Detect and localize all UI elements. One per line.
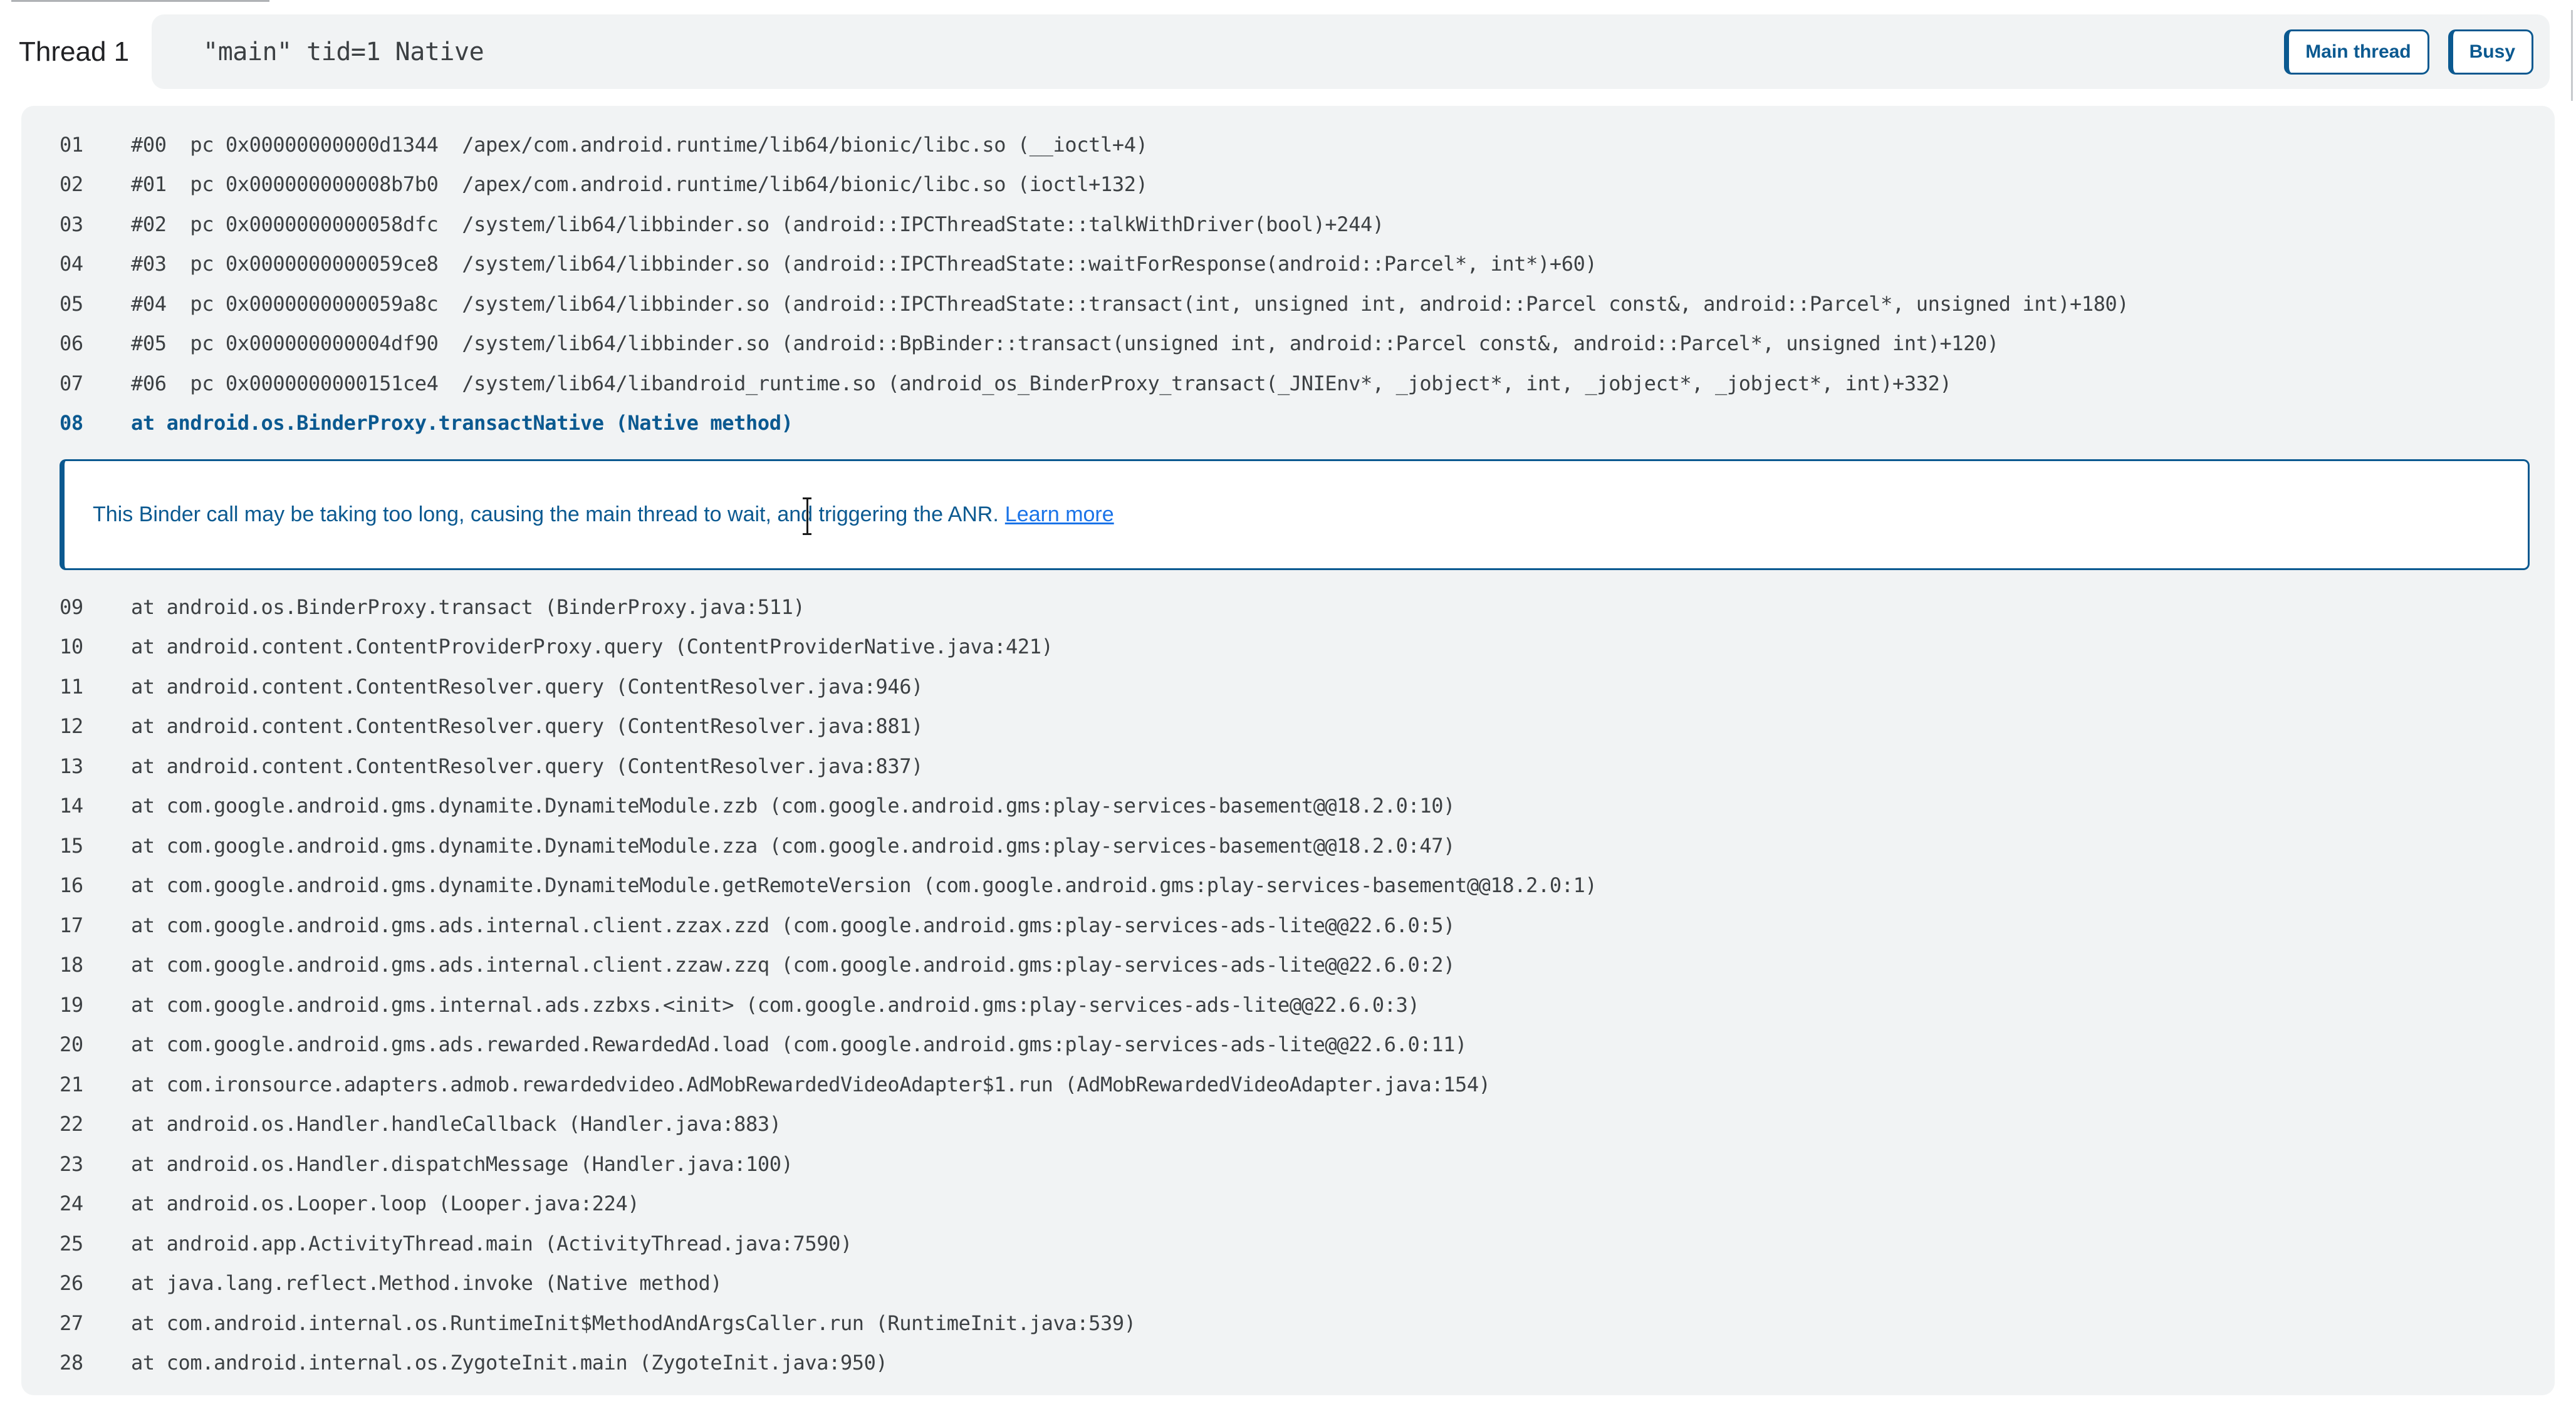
frame-text: #03 pc 0x0000000000059ce8 /system/lib64/… [131, 252, 1597, 276]
frame-number: 16 [60, 873, 131, 897]
main-thread-badge: Main thread [2284, 29, 2429, 75]
frame-number: 05 [60, 292, 131, 316]
frame-number: 08 [60, 411, 131, 435]
frame-number: 27 [60, 1311, 131, 1335]
frame-text: at com.google.android.gms.dynamite.Dynam… [131, 794, 1455, 818]
thread-name: "main" tid=1 Native [203, 38, 484, 66]
learn-more-link[interactable]: Learn more [1005, 502, 1114, 527]
stack-frame-row: 06 #05 pc 0x000000000004df90 /system/lib… [21, 324, 2555, 364]
stack-trace-panel[interactable]: 01 #00 pc 0x00000000000d1344 /apex/com.a… [21, 106, 2555, 1395]
frame-number: 10 [60, 635, 131, 658]
stack-frame-row: 16 at com.google.android.gms.dynamite.Dy… [21, 866, 2555, 906]
frame-number: 18 [60, 953, 131, 977]
frame-number: 24 [60, 1192, 131, 1215]
busy-badge: Busy [2448, 29, 2533, 75]
stack-frame-row: 27 at com.android.internal.os.RuntimeIni… [21, 1303, 2555, 1343]
frame-number: 17 [60, 913, 131, 937]
frame-text: at android.content.ContentResolver.query… [131, 714, 923, 738]
frame-number: 13 [60, 754, 131, 778]
frame-text: #04 pc 0x0000000000059a8c /system/lib64/… [131, 292, 2129, 316]
frame-number: 28 [60, 1351, 131, 1375]
thread-badges: Main thread Busy [2284, 29, 2533, 75]
stack-frame-row: 04 #03 pc 0x0000000000059ce8 /system/lib… [21, 244, 2555, 284]
stack-frame-row: 21 at com.ironsource.adapters.admob.rewa… [21, 1064, 2555, 1105]
anr-callout-message: This Binder call may be taking too long,… [93, 502, 999, 527]
stack-frame-row: 17 at com.google.android.gms.ads.interna… [21, 905, 2555, 945]
stack-frame-row: 01 #00 pc 0x00000000000d1344 /apex/com.a… [21, 125, 2555, 165]
frame-number: 20 [60, 1032, 131, 1056]
frame-text: #05 pc 0x000000000004df90 /system/lib64/… [131, 331, 1999, 355]
frame-number: 11 [60, 675, 131, 699]
frame-number: 01 [60, 133, 131, 157]
stack-frame-row: 24 at android.os.Looper.loop (Looper.jav… [21, 1184, 2555, 1224]
frame-text: at com.google.android.gms.internal.ads.z… [131, 993, 1419, 1017]
frame-text: at android.app.ActivityThread.main (Acti… [131, 1232, 852, 1256]
text-cursor-pointer [801, 497, 813, 535]
frame-text: at com.google.android.gms.ads.rewarded.R… [131, 1032, 1467, 1056]
frame-text: at com.google.android.gms.dynamite.Dynam… [131, 873, 1597, 897]
frame-text: at com.google.android.gms.dynamite.Dynam… [131, 834, 1455, 858]
stack-frame-row: 14 at com.google.android.gms.dynamite.Dy… [21, 786, 2555, 826]
frame-text: at android.os.Handler.handleCallback (Ha… [131, 1112, 781, 1136]
frame-number: 04 [60, 252, 131, 276]
stack-frame-row: 26 at java.lang.reflect.Method.invoke (N… [21, 1264, 2555, 1304]
frame-number: 12 [60, 714, 131, 738]
frame-text: at com.google.android.gms.ads.internal.c… [131, 913, 1455, 937]
thread-name-box: "main" tid=1 Native Main thread Busy [152, 14, 2550, 89]
frame-text: #00 pc 0x00000000000d1344 /apex/com.andr… [131, 133, 1147, 157]
stack-frame-row: 22 at android.os.Handler.handleCallback … [21, 1105, 2555, 1145]
frame-text: at com.android.internal.os.ZygoteInit.ma… [131, 1351, 887, 1375]
frame-text: at java.lang.reflect.Method.invoke (Nati… [131, 1271, 722, 1295]
frame-number: 26 [60, 1271, 131, 1295]
frame-text: at android.os.BinderProxy.transact (Bind… [131, 595, 805, 619]
frame-number: 14 [60, 794, 131, 818]
stack-frame-row: 03 #02 pc 0x0000000000058dfc /system/lib… [21, 204, 2555, 244]
frame-text: #01 pc 0x000000000008b7b0 /apex/com.andr… [131, 172, 1147, 196]
stack-frame-row: 18 at com.google.android.gms.ads.interna… [21, 945, 2555, 985]
stack-frame-row: 23 at android.os.Handler.dispatchMessage… [21, 1144, 2555, 1184]
stack-frame-row: 10 at android.content.ContentProviderPro… [21, 627, 2555, 667]
frame-number: 23 [60, 1152, 131, 1176]
frame-text: at android.os.BinderProxy.transactNative… [131, 411, 793, 435]
frame-text: at com.android.internal.os.RuntimeInit$M… [131, 1311, 1136, 1335]
stack-frame-row: 25 at android.app.ActivityThread.main (A… [21, 1224, 2555, 1264]
frame-text: at com.ironsource.adapters.admob.rewarde… [131, 1073, 1491, 1096]
frame-number: 02 [60, 172, 131, 196]
frame-text: at android.content.ContentResolver.query… [131, 675, 923, 699]
frame-text: at com.google.android.gms.ads.internal.c… [131, 953, 1455, 977]
frame-text: at android.content.ContentProviderProxy.… [131, 635, 1053, 658]
stack-frame-row: 11 at android.content.ContentResolver.qu… [21, 667, 2555, 707]
thread-title: Thread 1 [19, 36, 129, 68]
frame-text: at android.os.Looper.loop (Looper.java:2… [131, 1192, 639, 1215]
vertical-scrollbar[interactable] [2571, 10, 2573, 101]
frame-number: 19 [60, 993, 131, 1017]
stack-frame-row: 08 at android.os.BinderProxy.transactNat… [21, 403, 2555, 444]
anr-callout: This Binder call may be taking too long,… [60, 459, 2530, 570]
frame-number: 03 [60, 212, 131, 236]
frame-number: 15 [60, 834, 131, 858]
stack-frame-row: 15 at com.google.android.gms.dynamite.Dy… [21, 826, 2555, 866]
frame-text: at android.content.ContentResolver.query… [131, 754, 923, 778]
frame-number: 06 [60, 331, 131, 355]
frame-text: at android.os.Handler.dispatchMessage (H… [131, 1152, 793, 1176]
frame-number: 09 [60, 595, 131, 619]
stack-frame-row: 05 #04 pc 0x0000000000059a8c /system/lib… [21, 284, 2555, 324]
stack-frame-row: 20 at com.google.android.gms.ads.rewarde… [21, 1025, 2555, 1065]
frame-text: #06 pc 0x0000000000151ce4 /system/lib64/… [131, 372, 1951, 395]
stack-frame-row: 12 at android.content.ContentResolver.qu… [21, 707, 2555, 747]
top-edge-divider [11, 0, 269, 2]
stack-frame-row: 28 at com.android.internal.os.ZygoteInit… [21, 1343, 2555, 1383]
frame-number: 22 [60, 1112, 131, 1136]
stack-frame-row: 07 #06 pc 0x0000000000151ce4 /system/lib… [21, 363, 2555, 403]
thread-header: Thread 1 "main" tid=1 Native Main thread… [19, 14, 2550, 89]
stack-frame-row: 02 #01 pc 0x000000000008b7b0 /apex/com.a… [21, 165, 2555, 205]
frame-text: #02 pc 0x0000000000058dfc /system/lib64/… [131, 212, 1384, 236]
stack-frame-row: 19 at com.google.android.gms.internal.ad… [21, 985, 2555, 1025]
frame-number: 07 [60, 372, 131, 395]
stack-frame-row: 13 at android.content.ContentResolver.qu… [21, 746, 2555, 786]
frame-number: 25 [60, 1232, 131, 1256]
stack-frame-row: 09 at android.os.BinderProxy.transact (B… [21, 587, 2555, 627]
frame-number: 21 [60, 1073, 131, 1096]
